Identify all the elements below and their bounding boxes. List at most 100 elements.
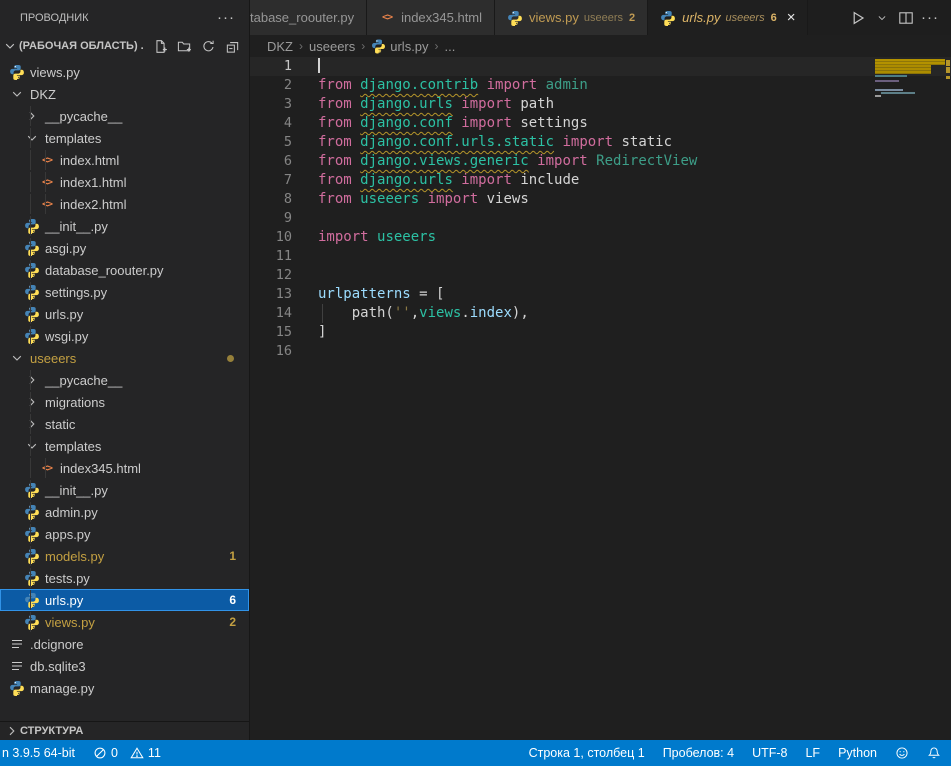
tree-item-__pycache__[interactable]: __pycache__ bbox=[0, 105, 249, 127]
breadcrumb-item-DKZ[interactable]: DKZ bbox=[267, 39, 293, 54]
tree-item-static[interactable]: static bbox=[0, 413, 249, 435]
run-dropdown-icon[interactable] bbox=[871, 7, 893, 29]
code-token: useeers bbox=[360, 191, 419, 207]
code-line-8[interactable]: 8from useeers import views bbox=[250, 190, 951, 209]
tab-urls.py[interactable]: urls.pyuseeers6× bbox=[648, 0, 808, 35]
python-file-icon bbox=[24, 328, 40, 344]
tree-item-useeers[interactable]: useeers bbox=[0, 347, 249, 369]
minimap[interactable] bbox=[875, 57, 945, 740]
tree-item-wsgi.py[interactable]: wsgi.py bbox=[0, 325, 249, 347]
eol[interactable]: LF bbox=[805, 740, 820, 766]
chevron-right-icon bbox=[24, 372, 40, 388]
split-editor-icon[interactable] bbox=[895, 7, 917, 29]
tree-item-migrations[interactable]: migrations bbox=[0, 391, 249, 413]
code-token: import bbox=[419, 191, 486, 207]
code-editor[interactable]: 12from django.contrib import admin3from … bbox=[250, 57, 951, 740]
tree-item-label: __pycache__ bbox=[45, 109, 122, 124]
code-line-9[interactable]: 9 bbox=[250, 209, 951, 228]
tab-index345.html[interactable]: <>index345.html bbox=[367, 0, 495, 35]
code-line-4[interactable]: 4from django.conf import settings bbox=[250, 114, 951, 133]
tab-problems-badge: 2 bbox=[629, 12, 635, 24]
tree-item-__init__.py[interactable]: __init__.py bbox=[0, 479, 249, 501]
tree-item-index345.html[interactable]: <>index345.html bbox=[0, 457, 249, 479]
tree-item-tests.py[interactable]: tests.py bbox=[0, 567, 249, 589]
tree-item-index.html[interactable]: <>index.html bbox=[0, 149, 249, 171]
warning-count: 11 bbox=[148, 746, 161, 760]
breadcrumb-item-...[interactable]: ... bbox=[445, 39, 456, 54]
indent-guide bbox=[45, 194, 46, 214]
tab-tabase_roouter.py[interactable]: tabase_roouter.py bbox=[250, 0, 367, 35]
tree-item-views.py[interactable]: views.py bbox=[0, 61, 249, 83]
breadcrumb-item-urls.py[interactable]: urls.py bbox=[371, 39, 428, 54]
overview-ruler[interactable] bbox=[945, 57, 951, 740]
code-token: django.conf bbox=[360, 115, 453, 131]
tree-item-label: __pycache__ bbox=[45, 373, 122, 388]
tab-views.py[interactable]: views.pyuseeers2 bbox=[495, 0, 648, 35]
code-line-14[interactable]: 14 path('',views.index), bbox=[250, 304, 951, 323]
tree-item-db.sqlite3[interactable]: db.sqlite3 bbox=[0, 655, 249, 677]
encoding[interactable]: UTF-8 bbox=[752, 740, 787, 766]
new-folder-icon[interactable] bbox=[175, 37, 193, 55]
tree-item-views.py[interactable]: views.py2 bbox=[0, 611, 249, 633]
tree-item-templates[interactable]: templates bbox=[0, 435, 249, 457]
code-line-10[interactable]: 10import useeers bbox=[250, 228, 951, 247]
main-area: ПРОВОДНИК ··· (РАБОЧАЯ ОБЛАСТЬ) ... view… bbox=[0, 0, 951, 740]
problems-status[interactable]: 0 11 bbox=[93, 740, 161, 766]
code-line-3[interactable]: 3from django.urls import path bbox=[250, 95, 951, 114]
problems-badge: 2 bbox=[229, 615, 236, 629]
code-line-5[interactable]: 5from django.conf.urls.static import sta… bbox=[250, 133, 951, 152]
tree-item-models.py[interactable]: models.py1 bbox=[0, 545, 249, 567]
python-interpreter-status[interactable]: n 3.9.5 64-bit bbox=[2, 740, 75, 766]
refresh-icon[interactable] bbox=[199, 37, 217, 55]
cursor-position[interactable]: Строка 1, столбец 1 bbox=[529, 740, 645, 766]
line-number: 9 bbox=[250, 209, 318, 228]
workspace-section-header[interactable]: (РАБОЧАЯ ОБЛАСТЬ) ... bbox=[0, 35, 249, 57]
tree-item-admin.py[interactable]: admin.py bbox=[0, 501, 249, 523]
tab-label: urls.py bbox=[682, 10, 720, 25]
tree-item-.dcignore[interactable]: .dcignore bbox=[0, 633, 249, 655]
minimap-code-mark bbox=[875, 89, 903, 91]
code-line-15[interactable]: 15] bbox=[250, 323, 951, 342]
python-file-icon bbox=[24, 614, 40, 630]
indent-guide bbox=[30, 326, 31, 346]
tree-item-apps.py[interactable]: apps.py bbox=[0, 523, 249, 545]
code-line-2[interactable]: 2from django.contrib import admin bbox=[250, 76, 951, 95]
code-line-11[interactable]: 11 bbox=[250, 247, 951, 266]
explorer-sidebar: ПРОВОДНИК ··· (РАБОЧАЯ ОБЛАСТЬ) ... view… bbox=[0, 0, 250, 740]
feedback-icon[interactable] bbox=[895, 740, 909, 766]
code-line-1[interactable]: 1 bbox=[250, 57, 951, 76]
code-line-7[interactable]: 7from django.urls import include bbox=[250, 171, 951, 190]
explorer-more-actions[interactable]: ··· bbox=[217, 13, 235, 23]
tree-item-manage.py[interactable]: manage.py bbox=[0, 677, 249, 699]
notifications-icon[interactable] bbox=[927, 740, 941, 766]
new-file-icon[interactable] bbox=[151, 37, 169, 55]
collapse-all-icon[interactable] bbox=[223, 37, 241, 55]
close-icon[interactable]: × bbox=[787, 10, 796, 25]
tree-item-urls.py[interactable]: urls.py6 bbox=[0, 589, 249, 611]
editor-more-actions[interactable]: ··· bbox=[919, 7, 941, 29]
tree-item-index1.html[interactable]: <>index1.html bbox=[0, 171, 249, 193]
language-mode[interactable]: Python bbox=[838, 740, 877, 766]
python-file-icon bbox=[660, 10, 676, 26]
tree-item-database_roouter.py[interactable]: database_roouter.py bbox=[0, 259, 249, 281]
tree-item-__pycache__[interactable]: __pycache__ bbox=[0, 369, 249, 391]
indentation[interactable]: Пробелов: 4 bbox=[663, 740, 734, 766]
code-line-13[interactable]: 13urlpatterns = [ bbox=[250, 285, 951, 304]
code-line-16[interactable]: 16 bbox=[250, 342, 951, 361]
breadcrumb-label: ... bbox=[445, 39, 456, 54]
indent-guide bbox=[30, 172, 31, 192]
code-token: path bbox=[520, 96, 554, 112]
outline-section-header[interactable]: СТРУКТУРА bbox=[0, 721, 249, 740]
run-button[interactable] bbox=[847, 7, 869, 29]
tree-item-templates[interactable]: templates bbox=[0, 127, 249, 149]
tree-item-urls.py[interactable]: urls.py bbox=[0, 303, 249, 325]
breadcrumb-label: useeers bbox=[309, 39, 355, 54]
code-line-6[interactable]: 6from django.views.generic import Redire… bbox=[250, 152, 951, 171]
tree-item-asgi.py[interactable]: asgi.py bbox=[0, 237, 249, 259]
tree-item-__init__.py[interactable]: __init__.py bbox=[0, 215, 249, 237]
tree-item-index2.html[interactable]: <>index2.html bbox=[0, 193, 249, 215]
tree-item-settings.py[interactable]: settings.py bbox=[0, 281, 249, 303]
tree-item-DKZ[interactable]: DKZ bbox=[0, 83, 249, 105]
code-line-12[interactable]: 12 bbox=[250, 266, 951, 285]
breadcrumb-item-useeers[interactable]: useeers bbox=[309, 39, 355, 54]
